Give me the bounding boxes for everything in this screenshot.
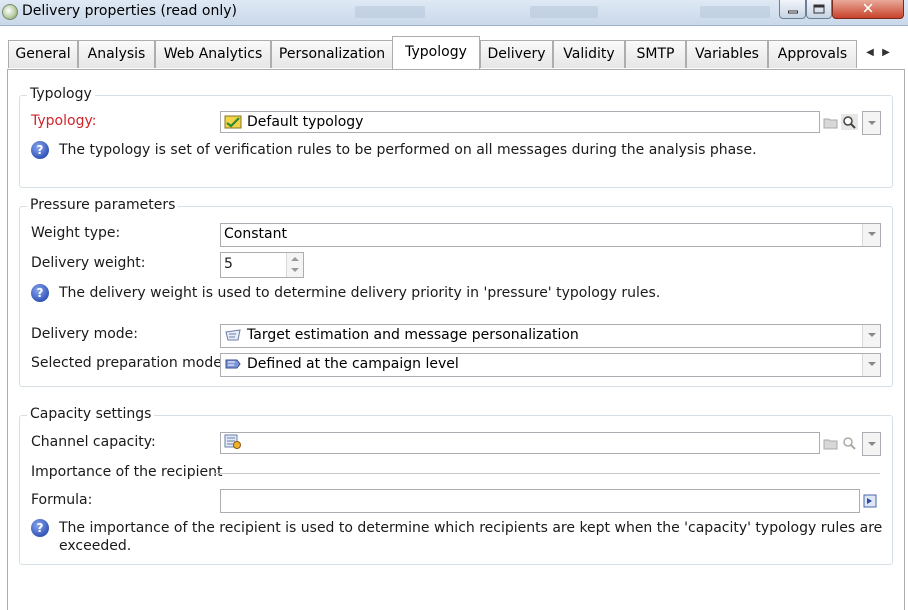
tab-delivery[interactable]: Delivery <box>480 40 553 68</box>
importance-info-text-line2: exceeded. <box>59 538 132 554</box>
tab-web-analytics[interactable]: Web Analytics <box>155 40 271 68</box>
importance-heading: Importance of the recipient <box>31 464 223 480</box>
maximize-icon <box>813 4 825 14</box>
typology-icon <box>224 115 242 129</box>
background-blur <box>355 6 425 18</box>
preparation-mode-label: Selected preparation mode: <box>31 355 227 371</box>
typology-label: Typology: <box>31 113 97 129</box>
chevron-down-icon <box>868 442 876 446</box>
close-button[interactable]: ✕ <box>832 0 904 19</box>
maximize-button[interactable] <box>806 0 832 19</box>
stepper-up-icon[interactable] <box>291 257 299 261</box>
tab-smtp[interactable]: SMTP <box>625 40 686 68</box>
magnifier-icon[interactable] <box>841 435 858 451</box>
stepper-down-icon[interactable] <box>291 268 299 272</box>
background-blur <box>530 6 598 18</box>
channel-capacity-label: Channel capacity: <box>31 434 156 450</box>
delivery-weight-value: 5 <box>224 256 233 272</box>
chevron-down-icon <box>868 121 876 125</box>
chevron-down-icon <box>862 325 880 347</box>
background-blur <box>700 6 770 18</box>
chevron-down-icon <box>862 354 880 376</box>
tab-scroll-left-icon[interactable]: ◀ <box>864 44 876 62</box>
delivery-weight-info-text: The delivery weight is used to determine… <box>59 285 661 301</box>
channel-capacity-dropdown-button[interactable] <box>862 432 881 456</box>
delivery-weight-label: Delivery weight: <box>31 255 146 271</box>
tab-analysis[interactable]: Analysis <box>78 40 155 68</box>
stepper-arrows[interactable] <box>286 253 303 277</box>
folder-icon[interactable] <box>822 115 839 131</box>
delivery-mode-label: Delivery mode: <box>31 326 138 342</box>
help-icon: ? <box>31 141 49 159</box>
group-legend: Capacity settings <box>27 406 155 422</box>
window-title: Delivery properties (read only) <box>22 3 237 19</box>
expression-editor-icon[interactable] <box>862 494 878 509</box>
formula-field[interactable] <box>220 489 860 513</box>
tab-strip: General Analysis Web Analytics Personali… <box>0 26 908 70</box>
typology-field[interactable]: Default typology <box>220 111 820 133</box>
folder-icon[interactable] <box>822 436 839 452</box>
chevron-down-icon <box>862 224 880 246</box>
group-legend: Pressure parameters <box>27 197 179 213</box>
tab-general[interactable]: General <box>8 40 78 68</box>
minimize-icon <box>787 10 798 14</box>
help-icon: ? <box>31 284 49 302</box>
tab-validity[interactable]: Validity <box>553 40 625 68</box>
delivery-mode-icon <box>225 329 241 341</box>
typology-info-text: The typology is set of verification rule… <box>59 142 757 158</box>
title-bar: Delivery properties (read only) ✕ <box>0 0 908 26</box>
formula-label: Formula: <box>31 492 93 508</box>
delivery-weight-stepper[interactable]: 5 <box>220 252 304 278</box>
tab-scroll-right-icon[interactable]: ▶ <box>880 44 892 62</box>
close-icon: ✕ <box>861 0 875 18</box>
preparation-mode-icon <box>225 359 241 369</box>
magnifier-icon[interactable] <box>841 114 858 130</box>
tab-variables[interactable]: Variables <box>686 40 768 68</box>
weight-type-select[interactable]: Constant <box>220 223 881 247</box>
preparation-mode-select[interactable]: Defined at the campaign level <box>220 353 881 377</box>
capacity-icon <box>224 434 241 449</box>
preparation-mode-value: Defined at the campaign level <box>247 356 459 372</box>
delivery-mode-select[interactable]: Target estimation and message personaliz… <box>220 324 881 348</box>
app-icon <box>2 4 18 20</box>
tab-personalization[interactable]: Personalization <box>271 40 393 68</box>
tab-typology[interactable]: Typology <box>392 36 480 69</box>
channel-capacity-field[interactable] <box>220 432 820 454</box>
weight-type-value: Constant <box>224 226 287 242</box>
section-divider <box>214 473 880 474</box>
minimize-button[interactable] <box>779 0 806 19</box>
tab-approvals[interactable]: Approvals <box>768 40 857 68</box>
importance-info-text-line1: The importance of the recipient is used … <box>59 520 883 536</box>
delivery-mode-value: Target estimation and message personaliz… <box>247 327 579 343</box>
group-legend: Typology <box>27 86 95 102</box>
weight-type-label: Weight type: <box>31 225 121 241</box>
help-icon: ? <box>31 519 49 537</box>
typology-value: Default typology <box>247 114 364 130</box>
typology-dropdown-button[interactable] <box>862 111 881 135</box>
